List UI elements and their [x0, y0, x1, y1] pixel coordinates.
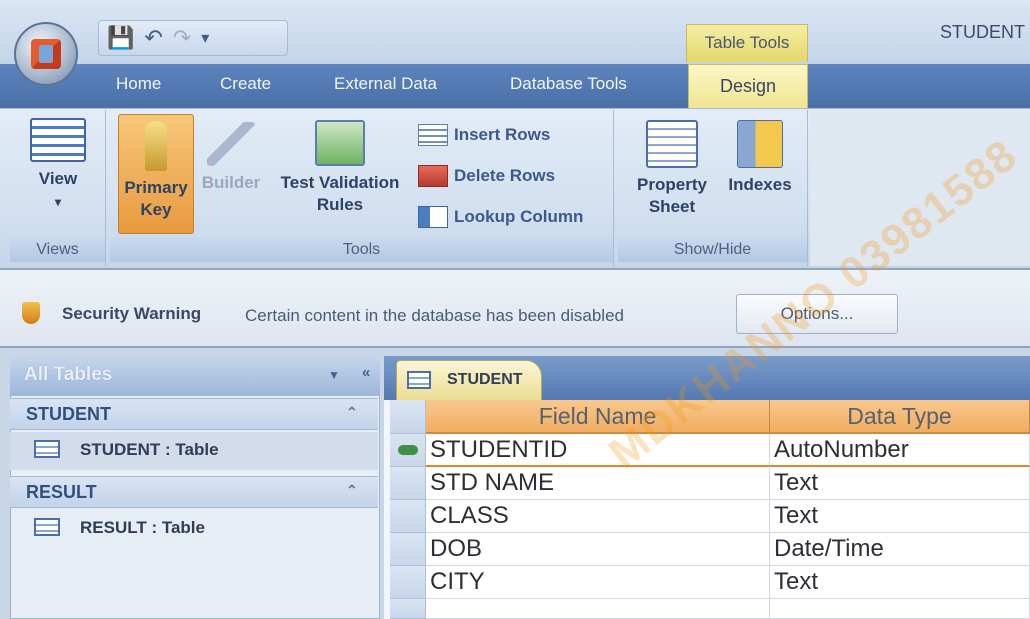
quick-access-toolbar: 💾 ↶ ↷ ▾ [98, 20, 288, 56]
chevron-up-icon[interactable]: ⌃ [346, 482, 358, 499]
window-title: STUDENT [940, 22, 1025, 42]
delete-rows-label: Delete Rows [454, 166, 556, 185]
table-icon [34, 440, 60, 458]
security-warning-title: Security Warning [62, 304, 202, 323]
data-type-cell[interactable]: Text [770, 566, 1030, 599]
indexes-label: Indexes [728, 175, 792, 194]
nav-group-result[interactable]: RESULT ⌃ [10, 476, 378, 508]
row-selector[interactable] [390, 533, 426, 566]
options-button[interactable]: Options... [736, 294, 898, 334]
chevron-up-icon[interactable]: ⌃ [346, 404, 358, 421]
row-selector[interactable] [390, 500, 426, 533]
tab-design[interactable]: Design [688, 64, 808, 108]
data-type-cell[interactable]: Date/Time [770, 533, 1030, 566]
grid-corner-selector[interactable] [390, 400, 426, 434]
redo-icon[interactable]: ↷ [173, 25, 191, 51]
row-selector[interactable] [390, 467, 426, 500]
builder-wand-icon [207, 122, 255, 166]
chevron-down-icon[interactable]: ▼ [328, 368, 340, 382]
view-label: View [38, 169, 78, 188]
nav-item-label: STUDENT : Table [80, 440, 219, 459]
data-type-cell[interactable]: Text [770, 500, 1030, 533]
field-name-cell[interactable]: STD NAME [426, 467, 770, 500]
field-name-cell[interactable]: DOB [426, 533, 770, 566]
property-sheet-button[interactable]: Property Sheet [626, 120, 718, 230]
primary-key-label: Primary Key [124, 178, 188, 219]
office-button[interactable] [14, 22, 78, 86]
property-sheet-icon [646, 120, 698, 168]
security-warning-message: Certain content in the database has been… [245, 306, 624, 325]
field-name-cell[interactable]: CLASS [426, 500, 770, 533]
collapse-pane-icon[interactable]: « [362, 364, 370, 381]
access-window: 💾 ↶ ↷ ▾ Table Tools STUDENT Home Create … [0, 0, 1030, 619]
field-name-cell[interactable]: STUDENTID [426, 434, 770, 467]
validation-check-icon [315, 120, 365, 166]
tab-database-tools[interactable]: Database Tools [510, 74, 627, 94]
datasheet-view-icon [30, 118, 86, 162]
view-button[interactable]: View ▾ [22, 118, 94, 228]
table-tools-context-label: Table Tools [686, 24, 808, 62]
navigation-pane-header[interactable]: All Tables ▼ « [10, 356, 380, 396]
tools-group-label: Tools [110, 238, 613, 262]
key-icon [145, 121, 167, 171]
save-icon[interactable]: 💾 [107, 25, 134, 51]
delete-rows-button[interactable]: Delete Rows [418, 165, 555, 187]
column-header-data-type[interactable]: Data Type [770, 400, 1030, 434]
empty-data-type-cell[interactable] [770, 599, 1030, 619]
property-sheet-label: Property Sheet [637, 175, 707, 216]
new-row-selector[interactable] [390, 599, 426, 619]
document-tab-label: STUDENT [447, 371, 523, 388]
lookup-column-icon [418, 206, 448, 228]
table-icon [407, 371, 431, 389]
undo-icon[interactable]: ↶ [144, 25, 162, 51]
chevron-down-icon: ▾ [54, 195, 62, 209]
nav-group-label: RESULT [26, 482, 97, 502]
table-icon [34, 518, 60, 536]
lookup-column-label: Lookup Column [454, 207, 584, 226]
shield-icon [22, 302, 40, 324]
primary-key-row-selector[interactable] [390, 434, 426, 467]
delete-rows-icon [418, 165, 448, 187]
indexes-button[interactable]: Indexes [720, 120, 800, 220]
nav-item-label: RESULT : Table [80, 518, 205, 537]
primary-key-button[interactable]: Primary Key [118, 114, 194, 234]
document-tab-student[interactable]: STUDENT [396, 360, 542, 400]
views-group-label: Views [10, 238, 105, 262]
test-validation-label: Test Validation Rules [280, 173, 400, 214]
tab-external-data[interactable]: External Data [334, 74, 437, 94]
builder-label: Builder [201, 173, 261, 192]
lookup-column-button[interactable]: Lookup Column [418, 206, 583, 228]
office-logo-icon [31, 39, 61, 69]
insert-rows-icon [418, 124, 448, 146]
ribbon-empty-area [810, 110, 1030, 266]
customize-qat-icon[interactable]: ▾ [201, 28, 209, 48]
tab-create[interactable]: Create [220, 74, 271, 94]
nav-item-result-table[interactable]: RESULT : Table [10, 510, 378, 548]
indexes-lightning-icon [737, 120, 783, 168]
test-validation-rules-button[interactable]: Test Validation Rules [268, 120, 412, 230]
nav-group-label: STUDENT [26, 404, 111, 424]
nav-pane-title: All Tables [24, 364, 113, 385]
tab-home[interactable]: Home [116, 74, 161, 94]
builder-button[interactable]: Builder [196, 122, 266, 222]
row-selector[interactable] [390, 566, 426, 599]
show-hide-group-label: Show/Hide [618, 238, 807, 262]
insert-rows-label: Insert Rows [454, 125, 551, 144]
data-type-cell[interactable]: AutoNumber [770, 434, 1030, 467]
field-name-cell[interactable]: CITY [426, 566, 770, 599]
column-header-field-name[interactable]: Field Name [426, 400, 770, 434]
data-type-cell[interactable]: Text [770, 467, 1030, 500]
empty-field-name-cell[interactable] [426, 599, 770, 619]
nav-group-student[interactable]: STUDENT ⌃ [10, 398, 378, 430]
insert-rows-button[interactable]: Insert Rows [418, 124, 550, 146]
nav-item-student-table[interactable]: STUDENT : Table [10, 432, 378, 470]
